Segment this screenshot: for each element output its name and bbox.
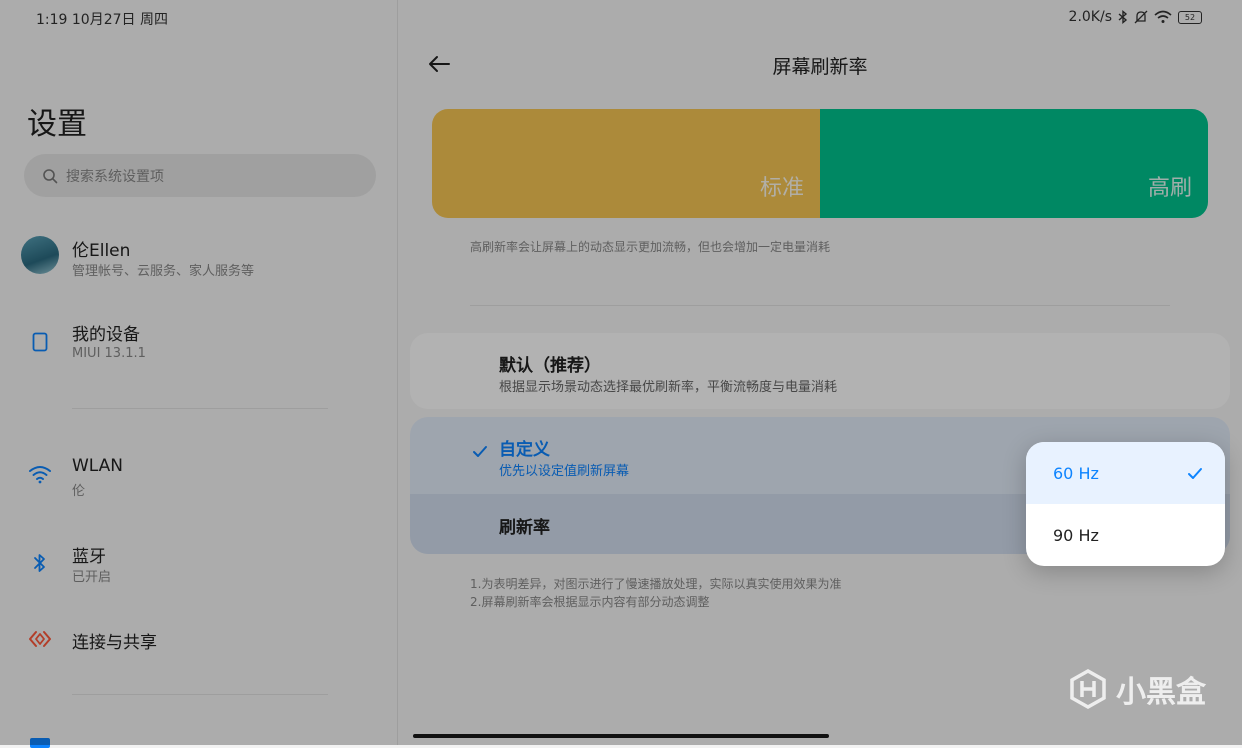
option-60hz-label: 60 Hz [1053, 464, 1099, 483]
check-icon [1188, 468, 1202, 479]
option-60hz[interactable]: 60 Hz [1026, 442, 1225, 504]
refresh-rate-dropdown: 60 Hz 90 Hz [1026, 442, 1225, 566]
option-90hz[interactable]: 90 Hz [1026, 504, 1225, 566]
option-90hz-label: 90 Hz [1053, 526, 1099, 545]
watermark-text: 小黑盒 [1116, 675, 1206, 710]
modal-scrim[interactable] [0, 0, 1242, 745]
home-indicator[interactable] [413, 734, 829, 738]
watermark: 小黑盒 [1068, 667, 1206, 711]
xiaoheihe-logo-icon [1070, 669, 1106, 709]
